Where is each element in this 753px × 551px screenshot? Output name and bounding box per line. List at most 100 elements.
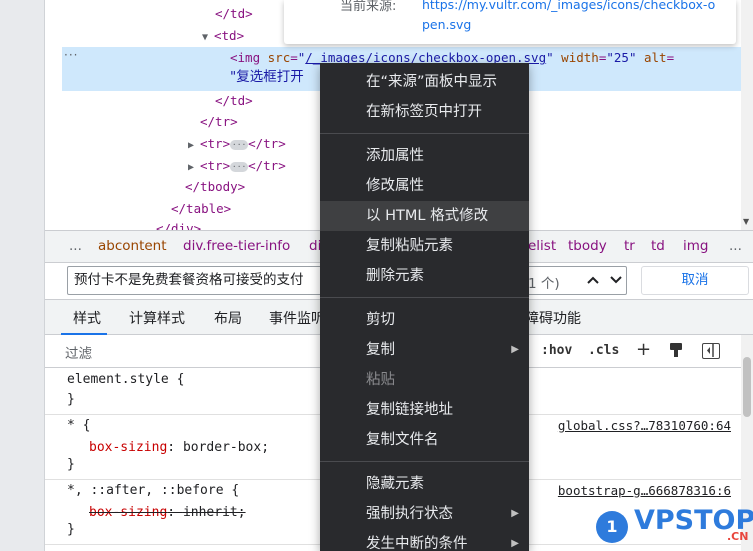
dom-line-close-div[interactable]: </div> <box>156 218 201 230</box>
collapsed-ellipsis[interactable]: ··· <box>230 161 249 172</box>
tag-text: </td> <box>215 6 253 21</box>
tag-text: </table> <box>171 201 232 216</box>
menu-item-add-attribute[interactable]: 添加属性 <box>320 141 529 171</box>
menu-item-delete-element[interactable]: 删除元素 <box>320 261 529 291</box>
menu-item-open-new-tab[interactable]: 在新标签页中打开 <box>320 97 529 127</box>
rule-declaration[interactable]: box-sizing: border-box; <box>89 440 269 455</box>
menu-item-reveal-in-sources[interactable]: 在“来源”面板中显示 <box>320 67 529 97</box>
dom-line-close-td[interactable]: </td> <box>215 90 253 111</box>
node-actions-dots[interactable]: ··· <box>64 48 78 62</box>
tab-accessibility[interactable]: 障碍功能 <box>525 308 581 328</box>
tag-text: <tr> <box>200 136 231 151</box>
rule-selector[interactable]: * { <box>67 418 90 433</box>
left-gutter <box>0 0 45 551</box>
tab-styles[interactable]: 样式 <box>73 308 101 328</box>
menu-item-label: 复制链接地址 <box>366 402 453 418</box>
search-result-count: 1 个) <box>528 276 560 292</box>
search-next-button[interactable] <box>605 267 627 294</box>
rule-source-link[interactable]: global.css?…78310760:64 <box>558 418 731 433</box>
menu-item-label: 剪切 <box>366 312 395 328</box>
menu-item-label: 复制文件名 <box>366 432 439 448</box>
tag-text: <tr> <box>200 158 231 173</box>
rule-selector[interactable]: element.style { <box>67 372 184 387</box>
attr-width-value: 25 <box>613 50 629 65</box>
breadcrumb-item[interactable]: td <box>651 238 665 254</box>
paint-brush-icon[interactable] <box>669 342 683 358</box>
chevron-down-icon <box>610 276 622 284</box>
dom-line-close-tr[interactable]: </tr> <box>200 111 238 132</box>
menu-item-duplicate-element[interactable]: 复制粘贴元素 <box>320 231 529 261</box>
menu-item-copy[interactable]: 复制 ▶ <box>320 335 529 365</box>
collapse-triangle-icon[interactable]: ▼ <box>202 27 211 48</box>
menu-item-label: 删除元素 <box>366 268 424 284</box>
sidebar-panel-icon <box>707 344 714 357</box>
dom-line-open-td[interactable]: ▼ <td> <box>202 25 244 46</box>
rule-close-brace: } <box>67 392 75 407</box>
breadcrumb-more-right[interactable]: ... <box>729 238 742 254</box>
breadcrumb-more-left[interactable]: ... <box>69 238 82 254</box>
expand-triangle-icon[interactable]: ▶ <box>188 157 197 178</box>
tag-text: </tbody> <box>185 179 246 194</box>
tag-text: </td> <box>215 93 253 108</box>
breadcrumb-item[interactable]: abcontent <box>98 238 167 254</box>
dom-line-close-td[interactable]: </td> <box>215 3 253 24</box>
dom-line-tr-collapsed[interactable]: ▶ <tr> ··· </tr> <box>188 133 286 154</box>
source-tooltip-url[interactable]: https://my.vultr.com/_images/icons/check… <box>422 0 722 35</box>
tab-computed[interactable]: 计算样式 <box>129 308 185 328</box>
submenu-arrow-icon: ▶ <box>511 508 519 519</box>
menu-item-label: 复制 <box>366 342 395 358</box>
toggle-sidebar-button[interactable] <box>702 343 720 359</box>
menu-item-edit-attribute[interactable]: 修改属性 <box>320 171 529 201</box>
menu-separator <box>320 133 529 134</box>
menu-item-force-state[interactable]: 强制执行状态 ▶ <box>320 499 529 529</box>
search-prev-button[interactable] <box>582 267 604 294</box>
menu-item-edit-as-html[interactable]: 以 HTML 格式修改 <box>320 201 529 231</box>
vpstop-watermark-logo: 1 VPSTOP .CN <box>596 505 753 551</box>
breadcrumb-item[interactable]: tr <box>624 238 635 254</box>
menu-item-label: 在新标签页中打开 <box>366 104 482 120</box>
search-cancel-button[interactable]: 取消 <box>641 266 749 295</box>
new-style-rule-button[interactable]: + <box>636 339 651 360</box>
breadcrumb-item[interactable]: img <box>683 238 708 254</box>
hover-state-button[interactable]: :hov <box>541 343 572 358</box>
menu-item-cut[interactable]: 剪切 <box>320 305 529 335</box>
menu-item-label: 在“来源”面板中显示 <box>366 74 498 90</box>
dom-line-img-alt[interactable]: "复选框打开 <box>230 67 304 88</box>
source-tooltip: 当前来源: https://my.vultr.com/_images/icons… <box>284 0 736 44</box>
menu-separator <box>320 461 529 462</box>
menu-separator <box>320 297 529 298</box>
tab-event-listeners[interactable]: 事件监听 <box>269 308 325 328</box>
tab-layout[interactable]: 布局 <box>214 308 242 328</box>
menu-item-label: 以 HTML 格式修改 <box>366 208 489 224</box>
dom-line-close-tbody[interactable]: </tbody> <box>185 176 245 197</box>
filter-input[interactable]: 过滤 <box>65 342 92 362</box>
menu-item-label: 复制粘贴元素 <box>366 238 453 254</box>
expand-triangle-icon[interactable]: ▶ <box>188 135 197 156</box>
source-tooltip-label: 当前来源: <box>340 0 397 14</box>
scrollbar-thumb[interactable] <box>743 357 751 417</box>
menu-item-break-on[interactable]: 发生中断的条件 ▶ <box>320 529 529 551</box>
submenu-arrow-icon: ▶ <box>511 344 519 355</box>
menu-item-copy-file-name[interactable]: 复制文件名 <box>320 425 529 455</box>
scroll-down-arrow-icon[interactable]: ▼ <box>743 217 749 226</box>
rule-source-link[interactable]: bootstrap-g…666878316:6 <box>558 483 731 498</box>
menu-item-label: 隐藏元素 <box>366 476 424 492</box>
tag-text: </tr> <box>200 114 238 129</box>
tag-text: </tr> <box>248 136 286 151</box>
rule-close-brace: } <box>67 457 75 472</box>
breadcrumb-item[interactable]: elist <box>528 238 556 254</box>
context-menu: 在“来源”面板中显示 在新标签页中打开 添加属性 修改属性 以 HTML 格式修… <box>320 63 529 551</box>
dom-line-close-table[interactable]: </table> <box>171 198 231 219</box>
menu-item-label: 修改属性 <box>366 178 424 194</box>
rule-selector[interactable]: *, ::after, ::before { <box>67 483 239 498</box>
menu-item-hide-element[interactable]: 隐藏元素 <box>320 469 529 499</box>
breadcrumb-item[interactable]: div.free-tier-info <box>183 238 290 254</box>
menu-item-copy-link-address[interactable]: 复制链接地址 <box>320 395 529 425</box>
dom-line-tr-collapsed[interactable]: ▶ <tr> ··· </tr> <box>188 155 286 176</box>
menu-item-label: 发生中断的条件 <box>366 536 468 551</box>
dom-tree-scrollbar[interactable]: ▼ <box>741 0 753 230</box>
rule-declaration-overridden[interactable]: box-sizing: inherit; <box>89 505 246 520</box>
collapsed-ellipsis[interactable]: ··· <box>230 139 249 150</box>
class-toggle-button[interactable]: .cls <box>588 343 619 358</box>
breadcrumb-item[interactable]: tbody <box>568 238 607 254</box>
